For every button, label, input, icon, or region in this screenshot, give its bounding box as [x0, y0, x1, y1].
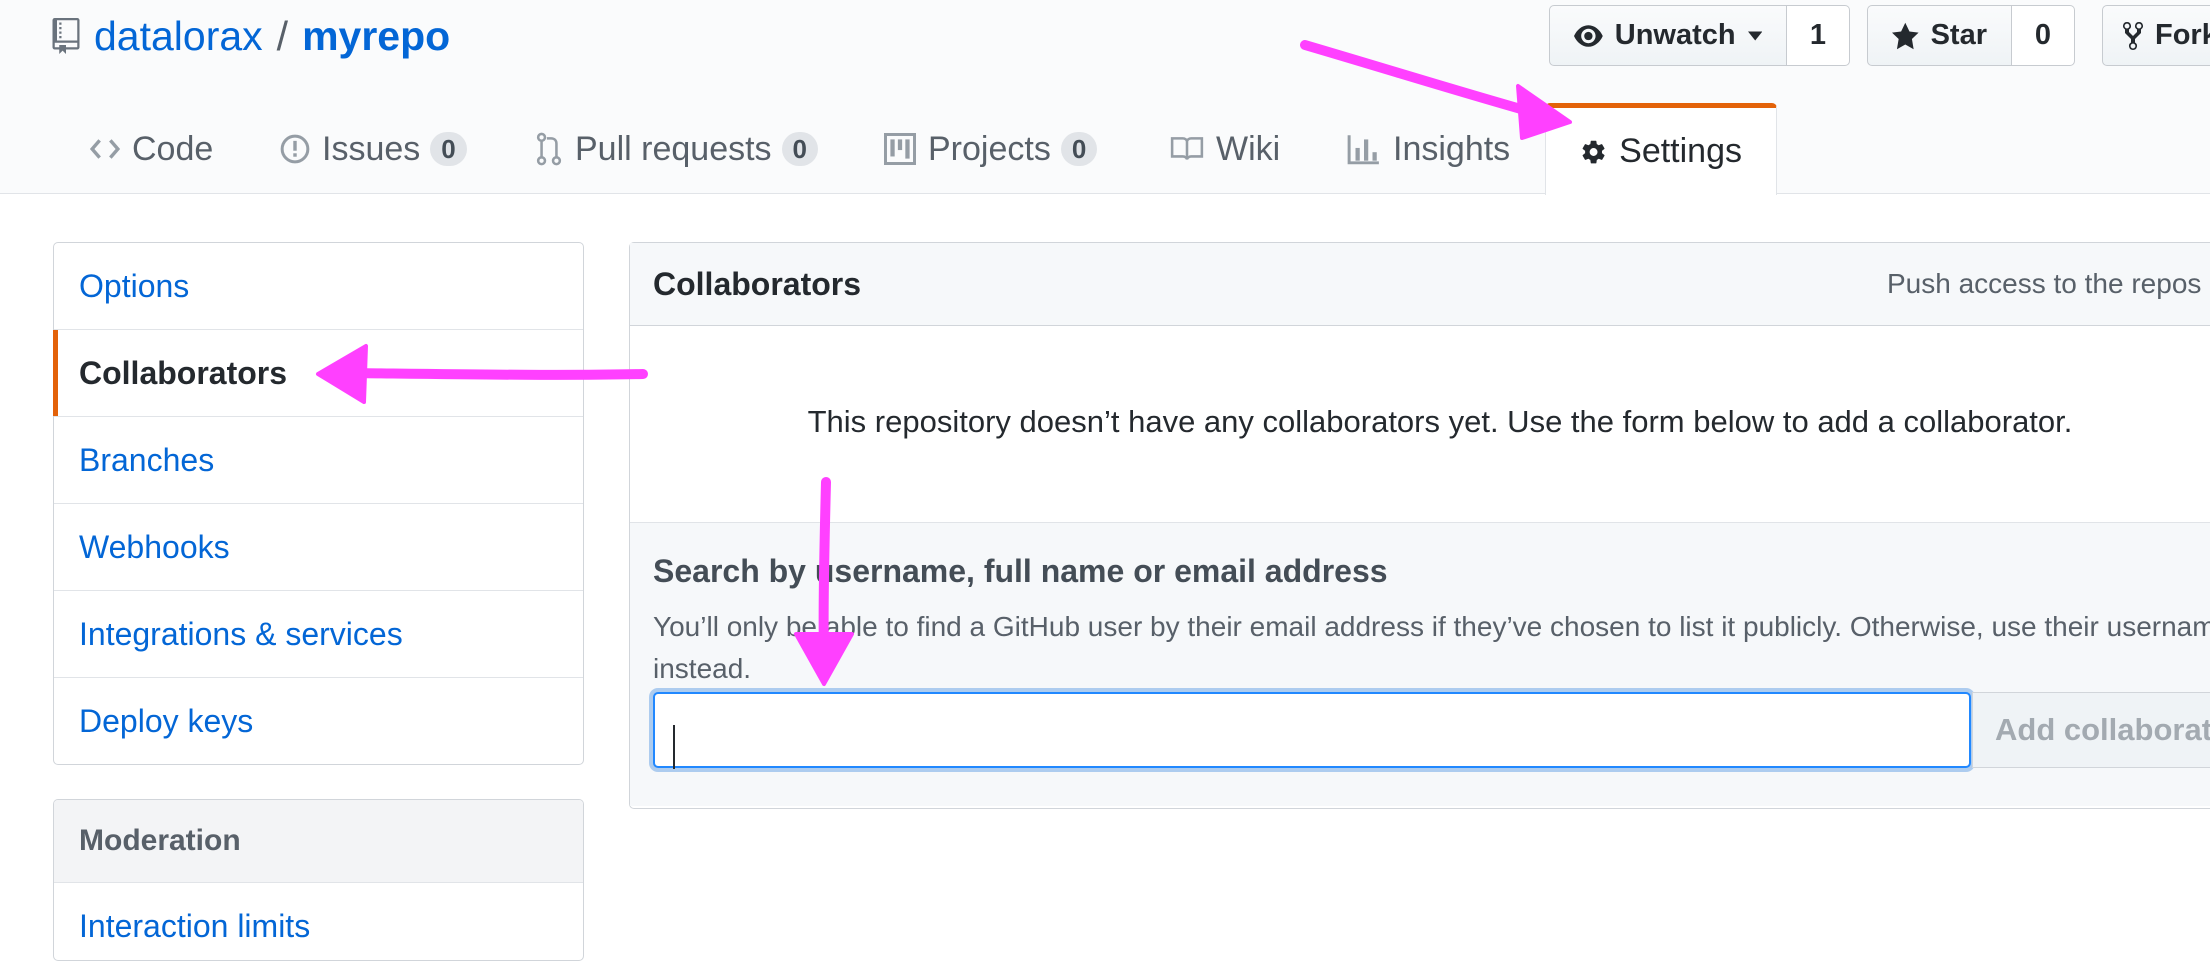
sidebar-item-collaborators[interactable]: Collaborators: [53, 329, 583, 416]
code-icon: [90, 139, 120, 159]
pull-requests-counter: 0: [781, 132, 819, 166]
graph-icon: [1347, 135, 1379, 165]
unwatch-button[interactable]: Unwatch: [1549, 5, 1787, 66]
project-icon: [884, 133, 916, 165]
eye-icon: [1574, 24, 1603, 47]
star-button[interactable]: Star: [1867, 5, 2012, 66]
settings-sidebar: Options Collaborators Branches Webhooks …: [53, 242, 584, 765]
projects-counter: 0: [1060, 132, 1098, 166]
sidebar-item-options[interactable]: Options: [54, 243, 583, 329]
sidebar-item-branches[interactable]: Branches: [54, 416, 583, 503]
fork-label: Fork: [2155, 19, 2210, 51]
repo-owner-link[interactable]: datalorax: [94, 13, 263, 60]
moderation-sidebar: Moderation Interaction limits: [53, 799, 584, 961]
repo-title: datalorax / myrepo: [52, 8, 450, 64]
star-label: Star: [1930, 19, 1987, 51]
tab-pull-requests[interactable]: Pull requests 0: [535, 104, 819, 194]
moderation-heading: Moderation: [54, 800, 583, 883]
repo-path-separator: /: [276, 12, 289, 59]
collaborators-panel: Collaborators Push access to the repos T…: [629, 242, 2210, 809]
tab-issues[interactable]: Issues 0: [280, 104, 467, 194]
tab-insights-label: Insights: [1393, 129, 1511, 168]
chevron-down-icon: [1747, 31, 1762, 40]
repo-forked-icon: [2123, 21, 2143, 50]
issue-opened-icon: [280, 134, 310, 164]
star-icon: [1892, 22, 1919, 49]
unwatch-label: Unwatch: [1614, 19, 1736, 51]
stargazers-count[interactable]: 0: [2012, 5, 2075, 66]
watchers-count[interactable]: 1: [1787, 5, 1850, 66]
tab-wiki-label: Wiki: [1216, 129, 1281, 168]
repo-header: datalorax / myrepo Unwatch 1 Star 0 Fork…: [0, 0, 2210, 195]
tab-code-label: Code: [132, 129, 214, 168]
collaborators-header: Collaborators Push access to the repos: [630, 243, 2210, 326]
tab-settings-label: Settings: [1619, 132, 1742, 170]
git-pull-request-icon: [536, 132, 562, 166]
tab-projects[interactable]: Projects 0: [884, 104, 1098, 194]
collaborator-search-input[interactable]: [653, 692, 1971, 768]
sidebar-item-webhooks[interactable]: Webhooks: [54, 503, 583, 590]
tab-code[interactable]: Code: [90, 104, 213, 194]
tab-insights[interactable]: Insights: [1347, 104, 1510, 194]
search-note: You’ll only be able to find a GitHub use…: [653, 611, 2210, 684]
fork-button-group: Fork: [2102, 5, 2210, 66]
collaborators-title: Collaborators: [653, 266, 862, 302]
sidebar-item-deploy-keys[interactable]: Deploy keys: [54, 677, 583, 764]
issues-counter: 0: [430, 132, 467, 166]
collaborators-description: Push access to the repos: [1887, 268, 2202, 299]
add-collaborator-button[interactable]: Add collaborator: [1972, 692, 2210, 768]
repo-name-link[interactable]: myrepo: [302, 13, 450, 60]
fork-button[interactable]: Fork: [2102, 5, 2210, 66]
add-collaborator-form: Search by username, full name or email a…: [630, 523, 2210, 806]
watch-button-group: Unwatch 1: [1549, 5, 1850, 66]
book-icon: [1170, 137, 1204, 160]
text-cursor: [673, 725, 675, 769]
tab-issues-label: Issues: [322, 129, 421, 168]
sidebar-item-interaction-limits[interactable]: Interaction limits: [54, 883, 583, 960]
gear-icon: [1582, 140, 1605, 163]
sidebar-item-integrations[interactable]: Integrations & services: [54, 590, 583, 677]
star-button-group: Star 0: [1867, 5, 2075, 66]
tab-settings[interactable]: Settings: [1545, 103, 1777, 195]
repo-icon: [52, 18, 80, 54]
tab-wiki[interactable]: Wiki: [1170, 104, 1280, 194]
tab-projects-label: Projects: [928, 129, 1051, 168]
search-title: Search by username, full name or email a…: [653, 553, 1388, 589]
collaborators-empty-message: This repository doesn’t have any collabo…: [630, 326, 2210, 523]
tab-pull-requests-label: Pull requests: [575, 129, 772, 168]
